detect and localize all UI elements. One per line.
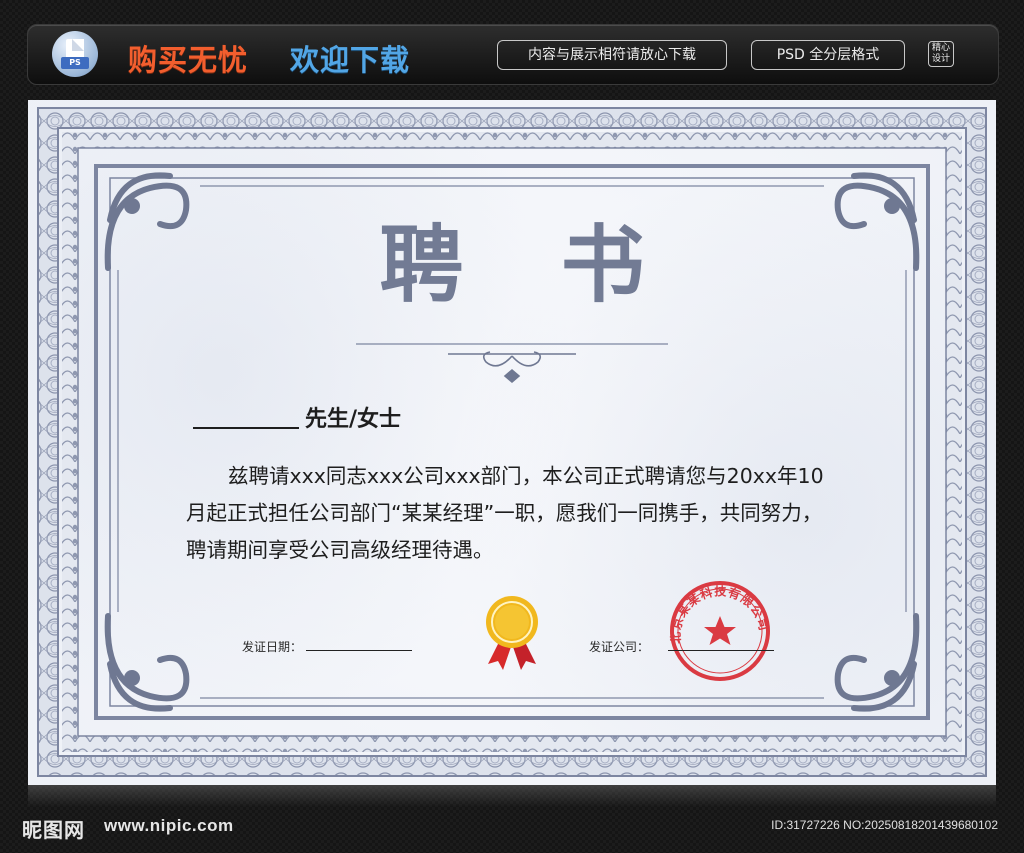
issue-date-label: 发证日期：: [242, 640, 303, 654]
salutation-text: 先生/女士: [305, 407, 402, 432]
certificate-title: 聘 书: [379, 216, 679, 314]
issuing-company-label: 发证公司：: [589, 640, 650, 654]
corner-ornament-bottom-right: [834, 613, 920, 712]
paper-reflection: [28, 785, 996, 807]
site-url: www.nipic.com: [104, 816, 234, 835]
image-id: ID:31727226 NO:20250818201439680102: [771, 818, 998, 832]
issuing-company-line: [668, 650, 774, 651]
red-seal-stamp: 北京某某科技有限公司: [668, 581, 770, 681]
center-flourish-ornament: [448, 351, 576, 384]
gold-medal-icon: [486, 596, 538, 670]
outer-border-band: [38, 108, 986, 776]
appointment-body-text: 兹聘请xxx同志xxx公司xxx部门，本公司正式聘请您与20xx年10月起正式担…: [186, 464, 824, 562]
name-blank-line: [193, 427, 299, 429]
site-logo: 昵图网: [22, 818, 85, 842]
issue-date-line: [306, 650, 412, 651]
corner-ornament-bottom-left: [104, 613, 190, 712]
salutation: 先生/女士: [193, 401, 401, 433]
certificate-frame: 北京某某科技有限公司: [37, 107, 987, 777]
